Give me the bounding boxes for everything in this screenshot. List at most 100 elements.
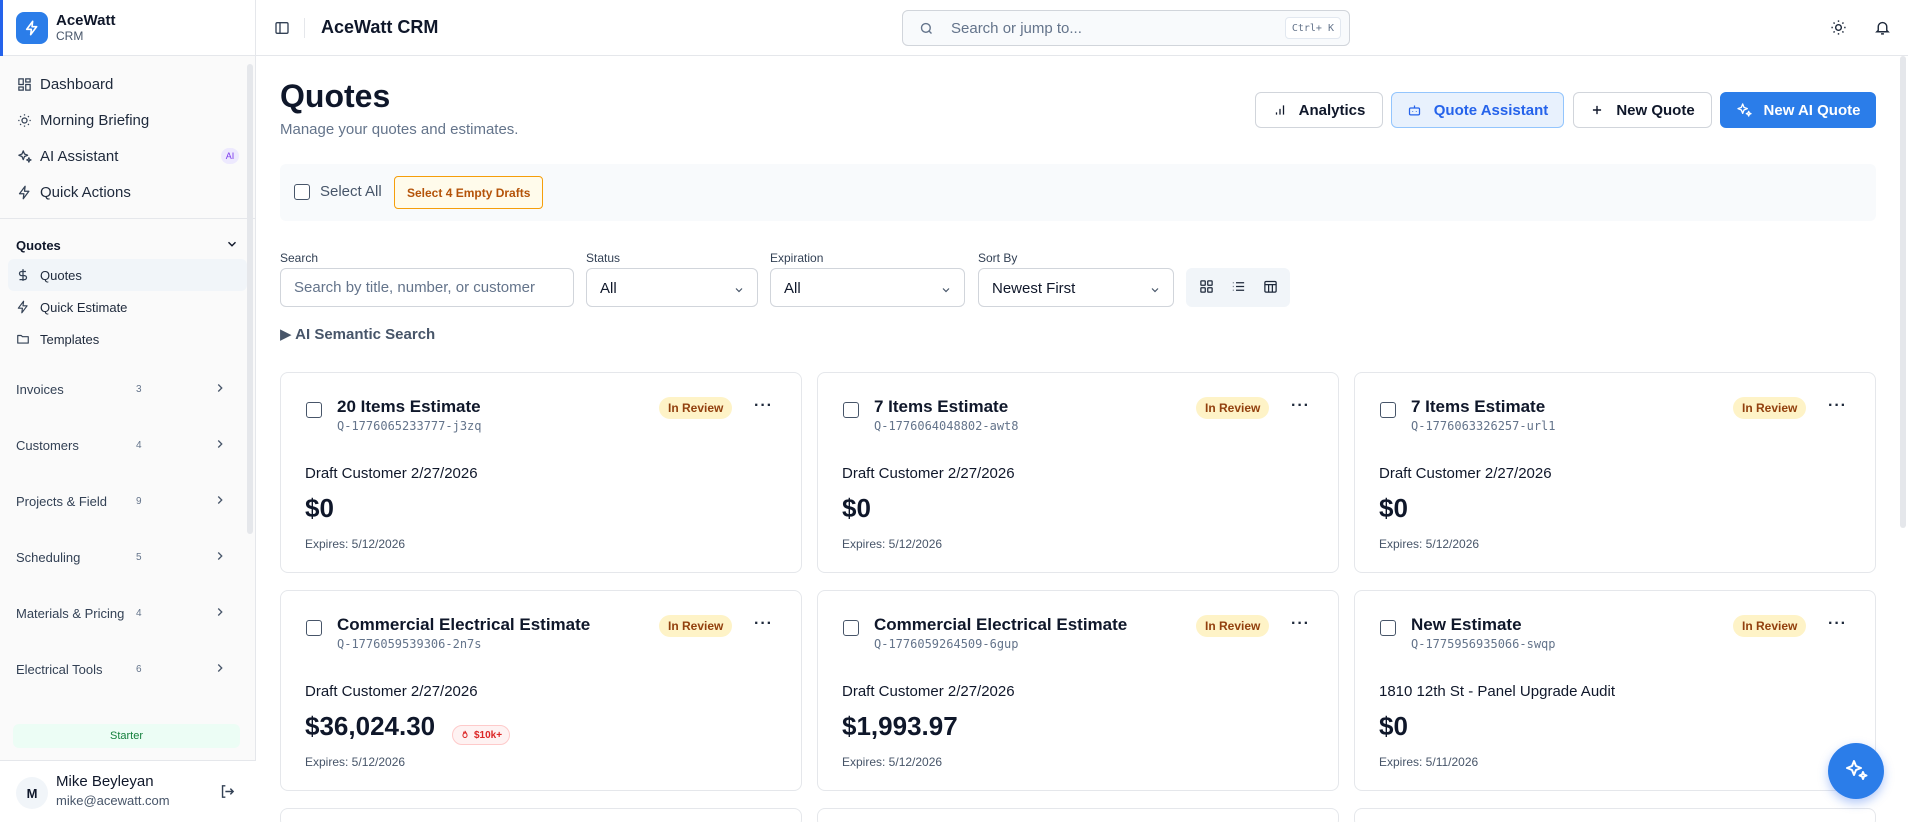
status-badge: In Review	[659, 615, 733, 637]
bell-icon[interactable]	[1874, 19, 1891, 39]
list-view-icon[interactable]	[1231, 279, 1246, 297]
select-all-checkbox[interactable]	[294, 184, 310, 200]
quote-card[interactable]: New Estimate Q-1775956935066-swqp In Rev…	[1354, 590, 1876, 791]
expiration-select[interactable]: All	[770, 268, 965, 307]
ai-semantic-search-toggle[interactable]: ▶ AI Semantic Search	[280, 325, 435, 343]
quote-title: 7 Items Estimate	[1411, 397, 1546, 416]
quote-expiry: Expires: 5/12/2026	[842, 755, 943, 769]
plan-badge: Starter	[13, 724, 240, 748]
quote-customer: 1810 12th St - Panel Upgrade Audit	[1379, 683, 1616, 700]
brand-name: AceWatt	[56, 12, 116, 29]
sidebar-group-materials[interactable]: Materials & Pricing 4	[0, 585, 255, 641]
sidebar-group-customers[interactable]: Customers 4	[0, 417, 255, 473]
global-search[interactable]: Search or jump to... Ctrl+ K	[902, 10, 1350, 46]
quote-checkbox[interactable]	[843, 620, 859, 636]
sidebar-toggle-icon[interactable]	[274, 20, 290, 39]
status-badge: In Review	[1733, 397, 1807, 419]
global-search-placeholder: Search or jump to...	[951, 20, 1082, 37]
more-options-icon[interactable]: ···	[1291, 397, 1310, 415]
brand[interactable]: AceWatt CRM	[0, 0, 255, 56]
sidebar-group-scheduling[interactable]: Scheduling 5	[0, 529, 255, 585]
search-filter-label: Search	[280, 251, 319, 265]
status-select[interactable]: All	[586, 268, 758, 307]
status-badge: In Review	[659, 397, 733, 419]
quote-number: Q-1776065233777-j3zq	[337, 419, 482, 433]
analytics-label: Analytics	[1298, 101, 1366, 119]
select-empty-drafts-button[interactable]: Select 4 Empty Drafts	[394, 176, 544, 209]
calendar-view-icon[interactable]	[1263, 279, 1278, 297]
chevron-right-icon	[213, 381, 227, 398]
quote-card-partial[interactable]	[280, 808, 802, 822]
quote-checkbox[interactable]	[306, 620, 322, 636]
group-count: 3	[136, 383, 142, 395]
more-options-icon[interactable]: ···	[754, 397, 773, 415]
new-ai-quote-button[interactable]: New AI Quote	[1720, 92, 1876, 128]
divider	[304, 18, 305, 38]
select-all-label[interactable]: Select All	[320, 183, 382, 200]
quote-card[interactable]: 7 Items Estimate Q-1776064048802-awt8 In…	[817, 372, 1339, 573]
new-quote-label: New Quote	[1616, 101, 1695, 119]
avatar[interactable]: M	[16, 777, 48, 809]
sidebar-group-invoices[interactable]: Invoices 3	[0, 361, 255, 417]
quote-card[interactable]: Commercial Electrical Estimate Q-1776059…	[817, 590, 1339, 791]
quote-checkbox[interactable]	[843, 402, 859, 418]
page-title: Quotes	[280, 78, 391, 114]
main-scrollbar[interactable]	[1900, 56, 1906, 528]
quote-expiry: Expires: 5/11/2026	[1379, 755, 1479, 769]
quote-title: New Estimate	[1411, 615, 1522, 634]
plus-icon	[1590, 103, 1604, 117]
group-count: 5	[136, 551, 142, 563]
nav-morning-briefing[interactable]: Morning Briefing	[8, 102, 247, 138]
expiration-select-value: All	[784, 280, 801, 297]
more-options-icon[interactable]: ···	[1828, 615, 1847, 633]
new-quote-button[interactable]: New Quote	[1573, 92, 1712, 128]
quote-number: Q-1776059539306-2n7s	[337, 637, 482, 651]
quote-checkbox[interactable]	[306, 402, 322, 418]
more-options-icon[interactable]: ···	[1291, 615, 1310, 633]
sidebar-item-templates[interactable]: Templates	[8, 323, 247, 355]
nav-assistant-label: AI Assistant	[40, 147, 119, 165]
high-value-badge: $10k+	[452, 725, 511, 745]
nav-ai-assistant[interactable]: AI Assistant AI	[8, 138, 247, 174]
sidebar-scrollbar[interactable]	[247, 64, 253, 534]
quotes-section-toggle[interactable]: Quotes	[16, 231, 239, 259]
grid-icon	[16, 76, 32, 92]
nav-dashboard[interactable]: Dashboard	[8, 66, 247, 102]
status-filter-label: Status	[586, 251, 621, 265]
flame-icon	[462, 730, 468, 738]
theme-toggle-icon[interactable]	[1830, 19, 1847, 39]
quote-number: Q-1776063326257-url1	[1411, 419, 1556, 433]
ai-assistant-fab[interactable]	[1828, 743, 1884, 799]
quote-checkbox[interactable]	[1380, 620, 1396, 636]
logout-icon[interactable]	[219, 783, 236, 803]
more-options-icon[interactable]: ···	[1828, 397, 1847, 415]
page-subtitle: Manage your quotes and estimates.	[280, 121, 519, 138]
group-count: 4	[136, 607, 142, 619]
grid-view-icon[interactable]	[1199, 279, 1214, 297]
quote-card-partial[interactable]	[1354, 808, 1876, 822]
search-icon	[919, 21, 934, 39]
quote-card[interactable]: 7 Items Estimate Q-1776063326257-url1 In…	[1354, 372, 1876, 573]
quote-checkbox[interactable]	[1380, 402, 1396, 418]
sidebar-item-quotes[interactable]: Quotes	[8, 259, 247, 291]
sort-select[interactable]: Newest First	[978, 268, 1174, 307]
chevron-down-icon	[1149, 283, 1161, 299]
sidebar-item-quick-estimate[interactable]: Quick Estimate	[8, 291, 247, 323]
sort-select-value: Newest First	[992, 280, 1076, 297]
quote-card[interactable]: Commercial Electrical Estimate Q-1776059…	[280, 590, 802, 791]
quote-search-field[interactable]	[280, 268, 574, 307]
sidebar-group-electrical-tools[interactable]: Electrical Tools 6	[0, 641, 255, 697]
sidebar-item-label: Quick Estimate	[40, 299, 128, 315]
quote-assistant-button[interactable]: Quote Assistant	[1391, 92, 1564, 128]
sidebar-group-projects[interactable]: Projects & Field 9	[0, 473, 255, 529]
nav-quick-actions[interactable]: Quick Actions	[8, 174, 247, 210]
nav-dashboard-label: Dashboard	[40, 75, 114, 93]
quote-search-input[interactable]	[281, 269, 573, 306]
status-badge: In Review	[1196, 615, 1270, 637]
more-options-icon[interactable]: ···	[754, 615, 773, 633]
analytics-button[interactable]: Analytics	[1255, 92, 1383, 128]
brand-sub: CRM	[56, 29, 84, 43]
sun-icon	[16, 112, 32, 128]
quote-card-partial[interactable]	[817, 808, 1339, 822]
quote-card[interactable]: 20 Items Estimate Q-1776065233777-j3zq I…	[280, 372, 802, 573]
